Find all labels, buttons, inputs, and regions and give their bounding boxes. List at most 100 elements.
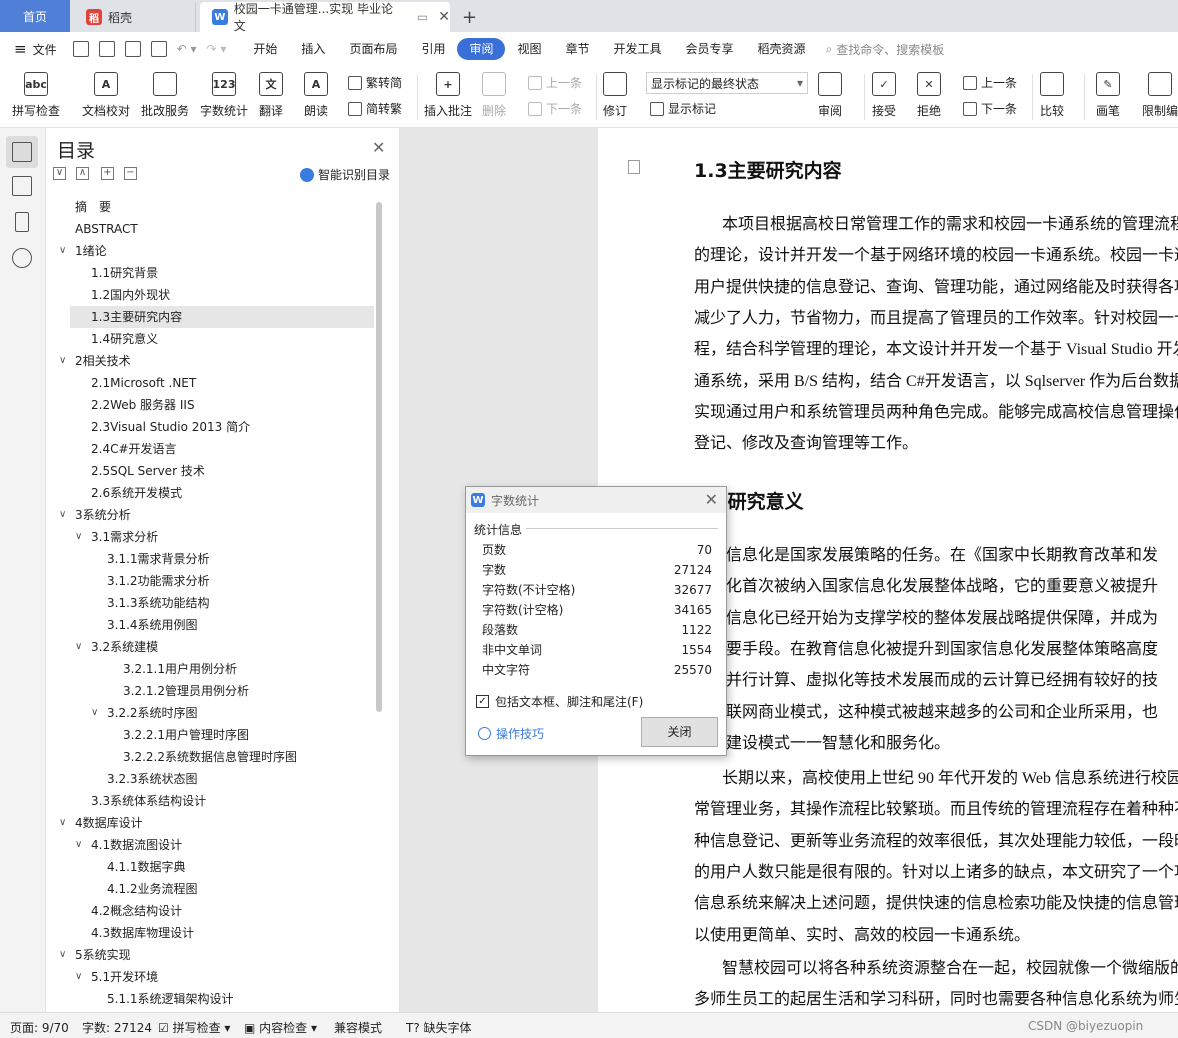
word-count-button[interactable]: 123 字数统计 <box>200 72 248 119</box>
restrict-editing-button[interactable]: 限制编 <box>1142 72 1178 119</box>
menu-start[interactable]: 开始 <box>241 38 289 60</box>
toc-item[interactable]: ∨ 3.2.2系统时序图 <box>46 702 376 724</box>
command-search-input[interactable]: 查找命令、搜索模板 <box>836 41 944 58</box>
redo-icon[interactable]: ↷ ▾ <box>207 42 227 56</box>
simp-to-trad-button[interactable]: 简转繁 <box>348 100 402 117</box>
close-tab-icon[interactable]: ✕ <box>438 9 450 25</box>
screen-icon[interactable]: ▭ <box>417 10 428 24</box>
chevron-down-icon[interactable]: ∨ <box>91 702 98 724</box>
collapse-all-icon[interactable]: ∨ <box>53 167 66 180</box>
toc-item[interactable]: 5.1.1系统逻辑架构设计 <box>46 988 376 1010</box>
insert-comment-button[interactable]: + 插入批注 <box>424 72 472 119</box>
export-pdf-icon[interactable] <box>98 41 115 57</box>
chevron-down-icon[interactable]: ∨ <box>75 526 82 548</box>
menu-insert[interactable]: 插入 <box>289 38 337 60</box>
toc-item[interactable]: 2.3Visual Studio 2013 简介 <box>46 416 376 438</box>
menu-review[interactable]: 审阅 <box>457 38 506 60</box>
menu-developer[interactable]: 开发工具 <box>602 38 674 60</box>
pen-button[interactable]: ✎ 画笔 <box>1096 72 1120 119</box>
read-aloud-button[interactable]: A 朗读 <box>304 72 328 119</box>
spell-check-button[interactable]: abc 拼写检查 <box>12 72 60 119</box>
toc-item[interactable]: 3.2.1.2管理员用例分析 <box>46 680 376 702</box>
page-indicator[interactable]: 页面: 9/70 <box>10 1019 69 1036</box>
close-button[interactable]: 关闭 <box>641 717 718 747</box>
close-icon[interactable]: ✕ <box>705 490 718 509</box>
tab-daoke[interactable]: 稻 稻壳 <box>72 2 196 32</box>
toc-item[interactable]: 3.1.4系统用例图 <box>46 614 376 636</box>
chevron-down-icon[interactable]: ∨ <box>75 636 82 658</box>
print-icon[interactable] <box>124 41 141 57</box>
toc-item[interactable]: 3.2.2.1用户管理时序图 <box>46 724 376 746</box>
menu-layout[interactable]: 页面布局 <box>337 38 409 60</box>
toc-item[interactable]: 2.5SQL Server 技术 <box>46 460 376 482</box>
toc-item[interactable]: 3.3系统体系结构设计 <box>46 790 376 812</box>
toc-item[interactable]: 1.2国内外现状 <box>46 284 376 306</box>
missing-font-status[interactable]: T? 缺失字体 <box>406 1019 472 1036</box>
prev-change-button[interactable]: 上一条 <box>963 74 1017 91</box>
toc-item[interactable]: 3.2.2.2系统数据信息管理时序图 <box>46 746 376 768</box>
toc-item[interactable]: 2.4C#开发语言 <box>46 438 376 460</box>
toc-item[interactable]: ∨ 2相关技术 <box>46 350 376 372</box>
toc-item[interactable]: ∨ 5.1开发环境 <box>46 966 376 988</box>
show-markup-button[interactable]: 显示标记 <box>650 100 716 117</box>
chevron-down-icon[interactable]: ∨ <box>75 966 82 988</box>
reject-button[interactable]: ✕ 拒绝 <box>917 72 941 119</box>
bookmark-icon[interactable] <box>15 212 29 232</box>
undo-icon[interactable]: ↶ ▾ <box>177 42 197 56</box>
word-count-indicator[interactable]: 字数: 27124 <box>82 1019 152 1036</box>
tab-home[interactable]: 首页 <box>0 0 70 32</box>
toc-item[interactable]: 4.1.1数据字典 <box>46 856 376 878</box>
search-icon[interactable] <box>12 248 32 268</box>
include-textbox-checkbox[interactable]: ✓ 包括文本框、脚注和尾注(F) <box>476 693 643 710</box>
toc-item[interactable]: 2.6系统开发模式 <box>46 482 376 504</box>
toc-item[interactable]: ∨ 3.1需求分析 <box>46 526 376 548</box>
proofread-button[interactable]: A 文档校对 <box>82 72 130 119</box>
review-service-button[interactable]: 批改服务 <box>141 72 189 119</box>
chevron-down-icon[interactable]: ∨ <box>59 812 66 834</box>
chevron-down-icon[interactable]: ∨ <box>75 834 82 856</box>
toc-item[interactable]: 1.4研究意义 <box>46 328 376 350</box>
close-icon[interactable]: ✕ <box>372 138 385 157</box>
menu-references[interactable]: 引用 <box>409 38 457 60</box>
trad-to-simp-button[interactable]: 繁转简 <box>348 74 402 91</box>
menu-view[interactable]: 视图 <box>505 38 553 60</box>
content-check-status[interactable]: ▣ 内容检查 ▾ <box>244 1019 317 1036</box>
markup-display-select[interactable]: 显示标记的最终状态 ▾ <box>646 72 808 94</box>
toc-scrollbar[interactable] <box>376 202 382 712</box>
toc-item[interactable]: 4.2概念结构设计 <box>46 900 376 922</box>
tips-link[interactable]: 操作技巧 <box>478 725 544 742</box>
toc-item[interactable]: 1.1研究背景 <box>46 262 376 284</box>
toc-item[interactable]: ∨ 1绪论 <box>46 240 376 262</box>
track-changes-button[interactable]: 修订 <box>603 72 627 119</box>
menu-daoke-resources[interactable]: 稻壳资源 <box>746 38 818 60</box>
add-level-icon[interactable]: + <box>101 167 114 180</box>
toc-icon[interactable] <box>12 142 32 162</box>
compare-button[interactable]: 比较 <box>1040 72 1064 119</box>
toc-item[interactable]: 3.1.3系统功能结构 <box>46 592 376 614</box>
chevron-down-icon[interactable]: ∨ <box>59 350 66 372</box>
tab-document[interactable]: W 校园一卡通管理...实现 毕业论文 ▭ ✕ <box>200 2 450 33</box>
save-icon[interactable] <box>72 41 89 57</box>
accept-button[interactable]: ✓ 接受 <box>872 72 896 119</box>
toc-item[interactable]: ∨ 5系统实现 <box>46 944 376 966</box>
toc-item[interactable]: 4.1.2业务流程图 <box>46 878 376 900</box>
menu-member[interactable]: 会员专享 <box>674 38 746 60</box>
toc-item[interactable]: ∨ 3.2系统建模 <box>46 636 376 658</box>
prev-comment-button[interactable]: 上一条 <box>528 74 582 91</box>
expand-up-icon[interactable]: ∧ <box>76 167 89 180</box>
toc-item[interactable]: 3.2.1.1用户用例分析 <box>46 658 376 680</box>
add-tab-button[interactable]: + <box>462 2 477 32</box>
next-change-button[interactable]: 下一条 <box>963 100 1017 117</box>
translate-button[interactable]: 文翻译 <box>259 72 283 119</box>
toc-item[interactable]: ∨ 4.1数据流图设计 <box>46 834 376 856</box>
chevron-down-icon[interactable]: ∨ <box>59 944 66 966</box>
next-comment-button[interactable]: 下一条 <box>528 100 582 117</box>
chevron-down-icon[interactable]: ∨ <box>59 240 66 262</box>
toc-item[interactable]: 1.3主要研究内容 <box>70 306 374 328</box>
toc-item[interactable]: 2.2Web 服务器 IIS <box>46 394 376 416</box>
paragraph-handle-icon[interactable] <box>628 160 640 174</box>
hamburger-icon[interactable]: ≡ <box>14 40 27 58</box>
toc-item[interactable]: 3.1.1需求背景分析 <box>46 548 376 570</box>
toc-item[interactable]: 2.1Microsoft .NET <box>46 372 376 394</box>
toc-item[interactable]: 4.3数据库物理设计 <box>46 922 376 944</box>
